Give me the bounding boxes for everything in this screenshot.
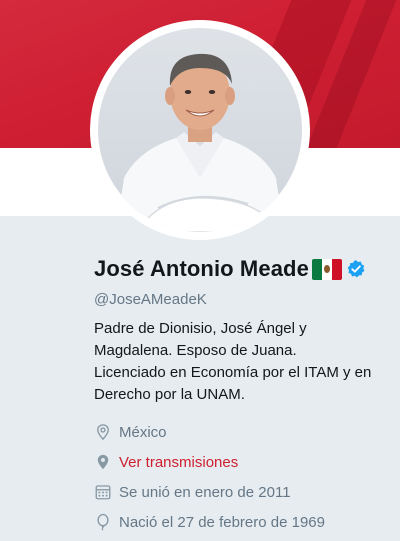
profile-name: José Antonio Meade — [94, 256, 309, 281]
bio-line: Padre de Dionisio, José Ángel y — [94, 320, 307, 337]
profile-name-row: José Antonio Meade — [94, 256, 366, 282]
joined-text: Se unió en enero de 2011 — [119, 483, 291, 501]
location-pin-icon — [97, 424, 109, 441]
profile-avatar[interactable] — [90, 20, 310, 240]
avatar-portrait — [116, 53, 284, 232]
profile-website[interactable]: Ver transmisiones — [94, 453, 238, 471]
profile-handle[interactable]: @JoseAMeadeK — [94, 291, 207, 308]
map-marker-icon — [97, 454, 109, 470]
profile-location: México — [94, 423, 167, 441]
born-text: Nació el 27 de febrero de 1969 — [119, 513, 325, 531]
profile-joined: Se unió en enero de 2011 — [94, 483, 291, 501]
website-link[interactable]: Ver transmisiones — [119, 454, 238, 471]
bio-line: Magdalena. Esposo de Juana. — [94, 342, 297, 359]
calendar-icon — [95, 485, 111, 500]
mexico-flag-icon — [311, 258, 342, 280]
bio-line: Derecho por la UNAM. — [94, 386, 245, 403]
verified-badge-icon — [347, 260, 365, 278]
location-text: México — [119, 423, 167, 441]
balloon-icon — [97, 513, 109, 531]
profile-birthdate: Nació el 27 de febrero de 1969 — [94, 513, 325, 531]
profile-bio: Padre de Dionisio, José Ángel y Magdalen… — [94, 318, 394, 406]
bio-line: Licenciado en Economía por el ITAM y en — [94, 364, 372, 381]
avatar-photo — [98, 28, 302, 232]
